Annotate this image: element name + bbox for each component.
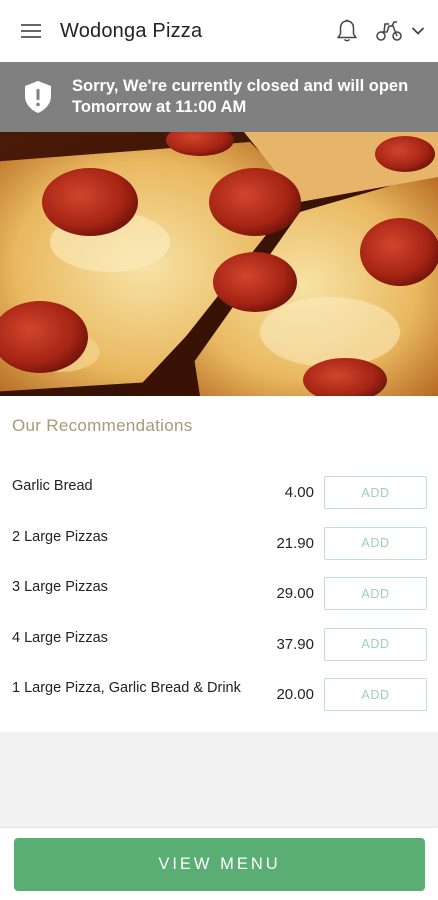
- add-button[interactable]: ADD: [324, 577, 427, 610]
- item-price: 21.90: [276, 534, 314, 552]
- list-item: Garlic Bread 4.00 ADD: [0, 466, 438, 517]
- item-name: 2 Large Pizzas: [12, 528, 108, 545]
- add-button[interactable]: ADD: [324, 526, 427, 560]
- recommendations-list: Garlic Bread 4.00 ADD 2 Large Pizzas 21.…: [0, 466, 438, 719]
- closed-message-line2: Tomorrow at 11:00 AM: [72, 98, 247, 116]
- shield-alert-icon: [25, 81, 51, 113]
- recommendations-title: Our Recommendations: [12, 416, 193, 435]
- item-price: 4.00: [284, 484, 314, 501]
- closed-notice-banner: Sorry, We're currently closed and will o…: [0, 62, 438, 132]
- delivery-mode-selector[interactable]: [374, 18, 428, 44]
- app-title: Wodonga Pizza: [60, 19, 203, 42]
- add-button[interactable]: ADD: [324, 678, 427, 711]
- item-name: 4 Large Pizzas: [12, 629, 108, 646]
- app-bar: Wodonga Pizza: [0, 0, 438, 62]
- list-item: 4 Large Pizzas 37.90 ADD: [0, 618, 438, 669]
- list-item: 2 Large Pizzas 21.90 ADD: [0, 517, 438, 568]
- footer-bar: VIEW MENU: [0, 828, 438, 900]
- item-price: 29.00: [276, 585, 314, 602]
- hero-pizza-image: [0, 132, 438, 396]
- item-price: 37.90: [276, 635, 314, 653]
- add-button[interactable]: ADD: [324, 476, 427, 509]
- add-button[interactable]: ADD: [324, 627, 427, 661]
- item-name: Garlic Bread: [12, 478, 93, 494]
- hamburger-menu-icon[interactable]: [16, 16, 46, 46]
- item-price: 20.00: [276, 686, 314, 703]
- closed-message: Sorry, We're currently closed and will o…: [72, 76, 408, 118]
- list-item: 3 Large Pizzas 29.00 ADD: [0, 567, 438, 618]
- scooter-icon: [374, 18, 404, 44]
- closed-message-line1: Sorry, We're currently closed and will o…: [72, 77, 409, 95]
- bell-icon[interactable]: [334, 16, 360, 46]
- item-name: 3 Large Pizzas: [12, 579, 108, 595]
- item-name: 1 Large Pizza, Garlic Bread & Drink: [12, 680, 241, 696]
- list-item: 1 Large Pizza, Garlic Bread & Drink 20.0…: [0, 668, 438, 719]
- chevron-down-icon: [408, 21, 428, 41]
- view-menu-button[interactable]: VIEW MENU: [14, 838, 425, 891]
- spacer-area: [0, 732, 438, 828]
